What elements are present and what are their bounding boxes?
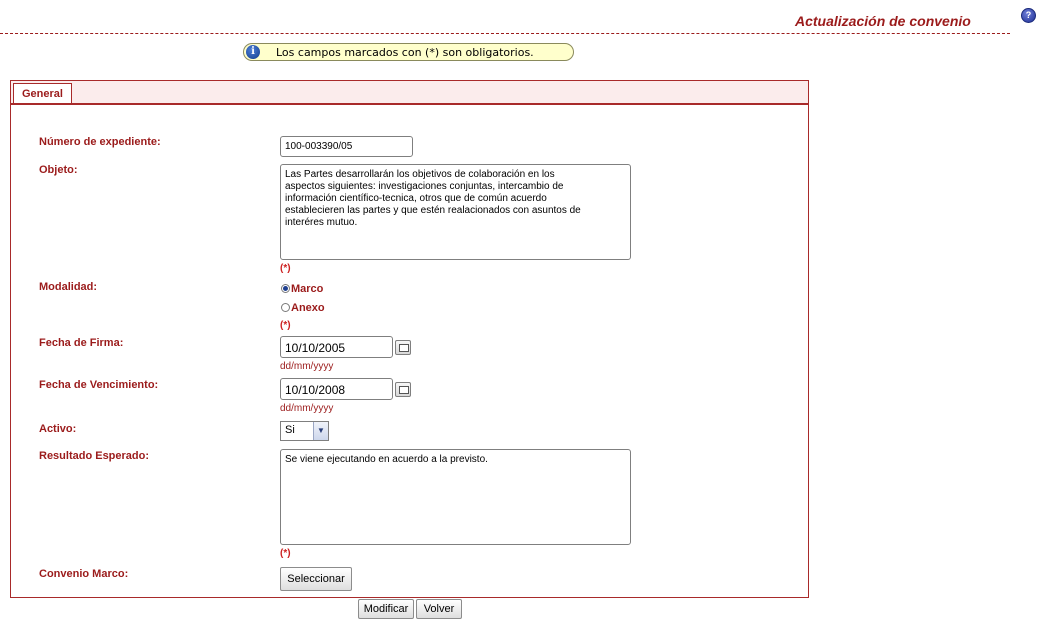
convenio-marco-label: Convenio Marco: bbox=[39, 568, 129, 580]
fecha-firma-value: 10/10/2005 bbox=[285, 341, 346, 355]
objeto-required-mark: (*) bbox=[280, 263, 291, 274]
tab-general[interactable]: General bbox=[13, 83, 72, 103]
seleccionar-button[interactable]: Seleccionar bbox=[280, 567, 352, 591]
page-title: Actualización de convenio bbox=[795, 13, 971, 29]
objeto-label: Objeto: bbox=[39, 164, 78, 176]
calendar-icon bbox=[399, 386, 409, 394]
resultado-required-mark: (*) bbox=[280, 548, 291, 559]
tab-bar: General bbox=[11, 81, 808, 105]
fecha-vencimiento-label: Fecha de Vencimiento: bbox=[39, 379, 159, 391]
notice-text: Los campos marcados con (*) son obligato… bbox=[276, 46, 534, 59]
fecha-vencimiento-value: 10/10/2008 bbox=[285, 383, 346, 397]
modalidad-marco-label: Marco bbox=[291, 283, 324, 295]
activo-select[interactable]: Si ▼ bbox=[280, 421, 329, 441]
modalidad-anexo-label: Anexo bbox=[291, 302, 325, 314]
modalidad-required-mark: (*) bbox=[280, 320, 291, 331]
header-divider bbox=[0, 33, 1010, 34]
fecha-vencimiento-calendar-button[interactable] bbox=[395, 382, 411, 397]
form-panel: General Número de expediente: 100-003390… bbox=[10, 80, 809, 598]
chevron-down-icon: ▼ bbox=[313, 422, 328, 440]
expediente-value: 100-003390/05 bbox=[285, 141, 353, 152]
help-icon[interactable]: ? bbox=[1021, 8, 1036, 23]
calendar-icon bbox=[399, 344, 409, 352]
modify-button[interactable]: Modificar bbox=[358, 599, 414, 619]
back-button[interactable]: Volver bbox=[416, 599, 462, 619]
fecha-vencimiento-input[interactable]: 10/10/2008 bbox=[280, 378, 393, 400]
expediente-label: Número de expediente: bbox=[39, 136, 161, 148]
modalidad-marco-radio[interactable] bbox=[281, 284, 290, 293]
activo-selected-value: Si bbox=[285, 424, 295, 436]
fecha-firma-input[interactable]: 10/10/2005 bbox=[280, 336, 393, 358]
required-fields-notice: i Los campos marcados con (*) son obliga… bbox=[243, 43, 574, 61]
modalidad-anexo-radio[interactable] bbox=[281, 303, 290, 312]
resultado-label: Resultado Esperado: bbox=[39, 450, 150, 462]
fecha-vencimiento-format-hint: dd/mm/yyyy bbox=[280, 403, 334, 414]
resultado-textarea[interactable]: Se viene ejecutando en acuerdo a la prev… bbox=[280, 449, 631, 545]
fecha-firma-calendar-button[interactable] bbox=[395, 340, 411, 355]
info-icon: i bbox=[246, 45, 260, 59]
modalidad-label: Modalidad: bbox=[39, 281, 98, 293]
fecha-firma-label: Fecha de Firma: bbox=[39, 337, 124, 349]
objeto-textarea[interactable]: Las Partes desarrollarán los objetivos d… bbox=[280, 164, 631, 260]
expediente-input[interactable]: 100-003390/05 bbox=[280, 136, 413, 157]
fecha-firma-format-hint: dd/mm/yyyy bbox=[280, 361, 334, 372]
activo-label: Activo: bbox=[39, 423, 77, 435]
